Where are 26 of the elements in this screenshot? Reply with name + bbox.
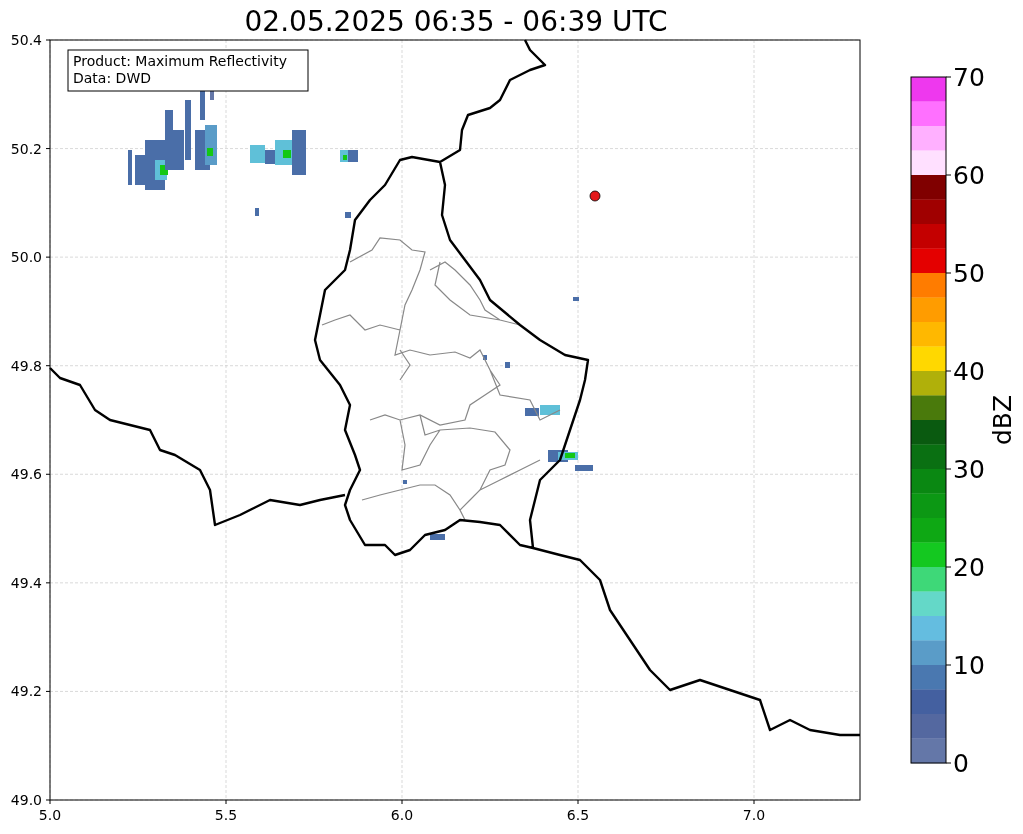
x-tick-label: 5.0 bbox=[38, 807, 62, 823]
y-tick-label: 49.6 bbox=[10, 466, 42, 483]
colorbar-tick-label: 30 bbox=[953, 455, 985, 484]
colorbar-tick-label: 70 bbox=[953, 63, 985, 92]
colorbar-tick-label: 60 bbox=[953, 161, 985, 190]
chart-title: 02.05.2025 06:35 - 06:39 UTC bbox=[244, 5, 668, 38]
legend-text: Product: Maximum Reflectivity bbox=[73, 53, 287, 69]
x-tick-label: 6.0 bbox=[390, 807, 414, 823]
x-tick-label: 6.5 bbox=[566, 807, 590, 823]
colorbar-label: dBZ bbox=[988, 394, 1017, 446]
location-marker-icon bbox=[589, 190, 601, 202]
y-tick-label: 49.0 bbox=[10, 792, 42, 808]
colorbar-tick-label: 10 bbox=[953, 651, 985, 680]
y-tick-label: 49.8 bbox=[10, 357, 42, 374]
y-tick-label: 50.2 bbox=[10, 140, 42, 157]
y-tick-label: 50.4 bbox=[10, 32, 42, 48]
colorbar-tick-label: 20 bbox=[953, 553, 985, 582]
y-tick-label: 50.0 bbox=[10, 249, 42, 266]
x-tick-label: 5.5 bbox=[214, 807, 238, 823]
legend-text: Data: DWD bbox=[73, 70, 151, 86]
colorbar-tick-label: 40 bbox=[953, 357, 985, 386]
y-tick-label: 49.2 bbox=[10, 683, 42, 700]
colorbar-tick-label: 0 bbox=[953, 749, 969, 778]
x-tick-label: 7.0 bbox=[742, 807, 766, 823]
y-tick-label: 49.4 bbox=[10, 574, 42, 591]
colorbar-tick-label: 50 bbox=[953, 259, 985, 288]
